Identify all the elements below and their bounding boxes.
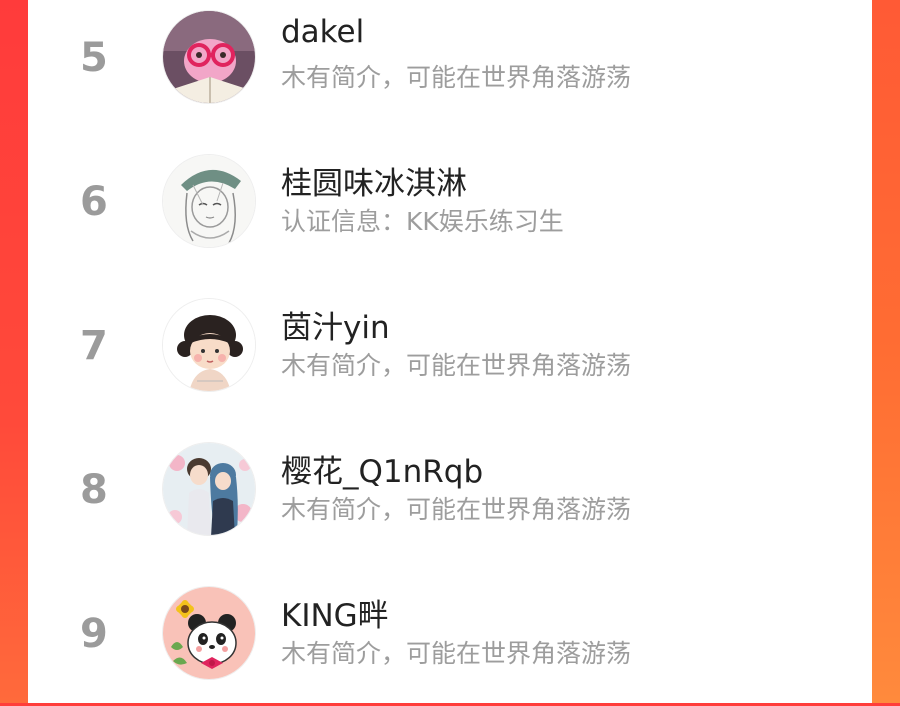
leaderboard-row[interactable]: 9 KING畔 木有简介，可能在世界角落游荡	[28, 576, 872, 706]
leaderboard-row[interactable]: 7 茵汁yin 木有简介，可能在世界角落游荡	[28, 288, 872, 418]
user-bio: 木有简介，可能在世界角落游荡	[281, 63, 632, 92]
user-name[interactable]: KING畔	[281, 590, 389, 635]
rank-number: 8	[80, 467, 108, 513]
right-background-strip	[872, 0, 900, 703]
anime-couple-avatar-icon[interactable]	[162, 442, 256, 536]
user-name[interactable]: 樱花_Q1nRqb	[281, 446, 483, 491]
leaderboard-panel: 5 dakel 木有简介，可能在世界角落游荡 6 桂圆味冰淇淋 认证信息：KK娱…	[28, 0, 872, 703]
user-bio: 木有简介，可能在世界角落游荡	[281, 351, 632, 380]
user-bio: 木有简介，可能在世界角落游荡	[281, 495, 632, 524]
leaderboard-row[interactable]: 8 樱花_Q1nRqb 木有简介，可能在世界角落游荡	[28, 432, 872, 562]
user-name[interactable]: 桂圆味冰淇淋	[281, 158, 467, 203]
sketch-girl-avatar-icon[interactable]	[162, 154, 256, 248]
leaderboard-row[interactable]: 5 dakel 木有简介，可能在世界角落游荡	[28, 0, 872, 130]
rank-number: 6	[80, 179, 108, 225]
user-bio: 木有简介，可能在世界角落游荡	[281, 639, 632, 668]
left-background-strip	[0, 0, 28, 703]
rank-number: 5	[80, 35, 108, 81]
leaderboard-row[interactable]: 6 桂圆味冰淇淋 认证信息：KK娱乐练习生	[28, 144, 872, 274]
user-bio: 认证信息：KK娱乐练习生	[281, 207, 564, 236]
cartoon-child-avatar-icon[interactable]	[162, 298, 256, 392]
panda-sunflower-avatar-icon[interactable]	[162, 586, 256, 680]
user-name[interactable]: 茵汁yin	[281, 302, 390, 347]
rank-number: 9	[80, 611, 108, 657]
glasses-character-avatar-icon[interactable]	[162, 10, 256, 104]
user-name[interactable]: dakel	[281, 14, 364, 50]
rank-number: 7	[80, 323, 108, 369]
